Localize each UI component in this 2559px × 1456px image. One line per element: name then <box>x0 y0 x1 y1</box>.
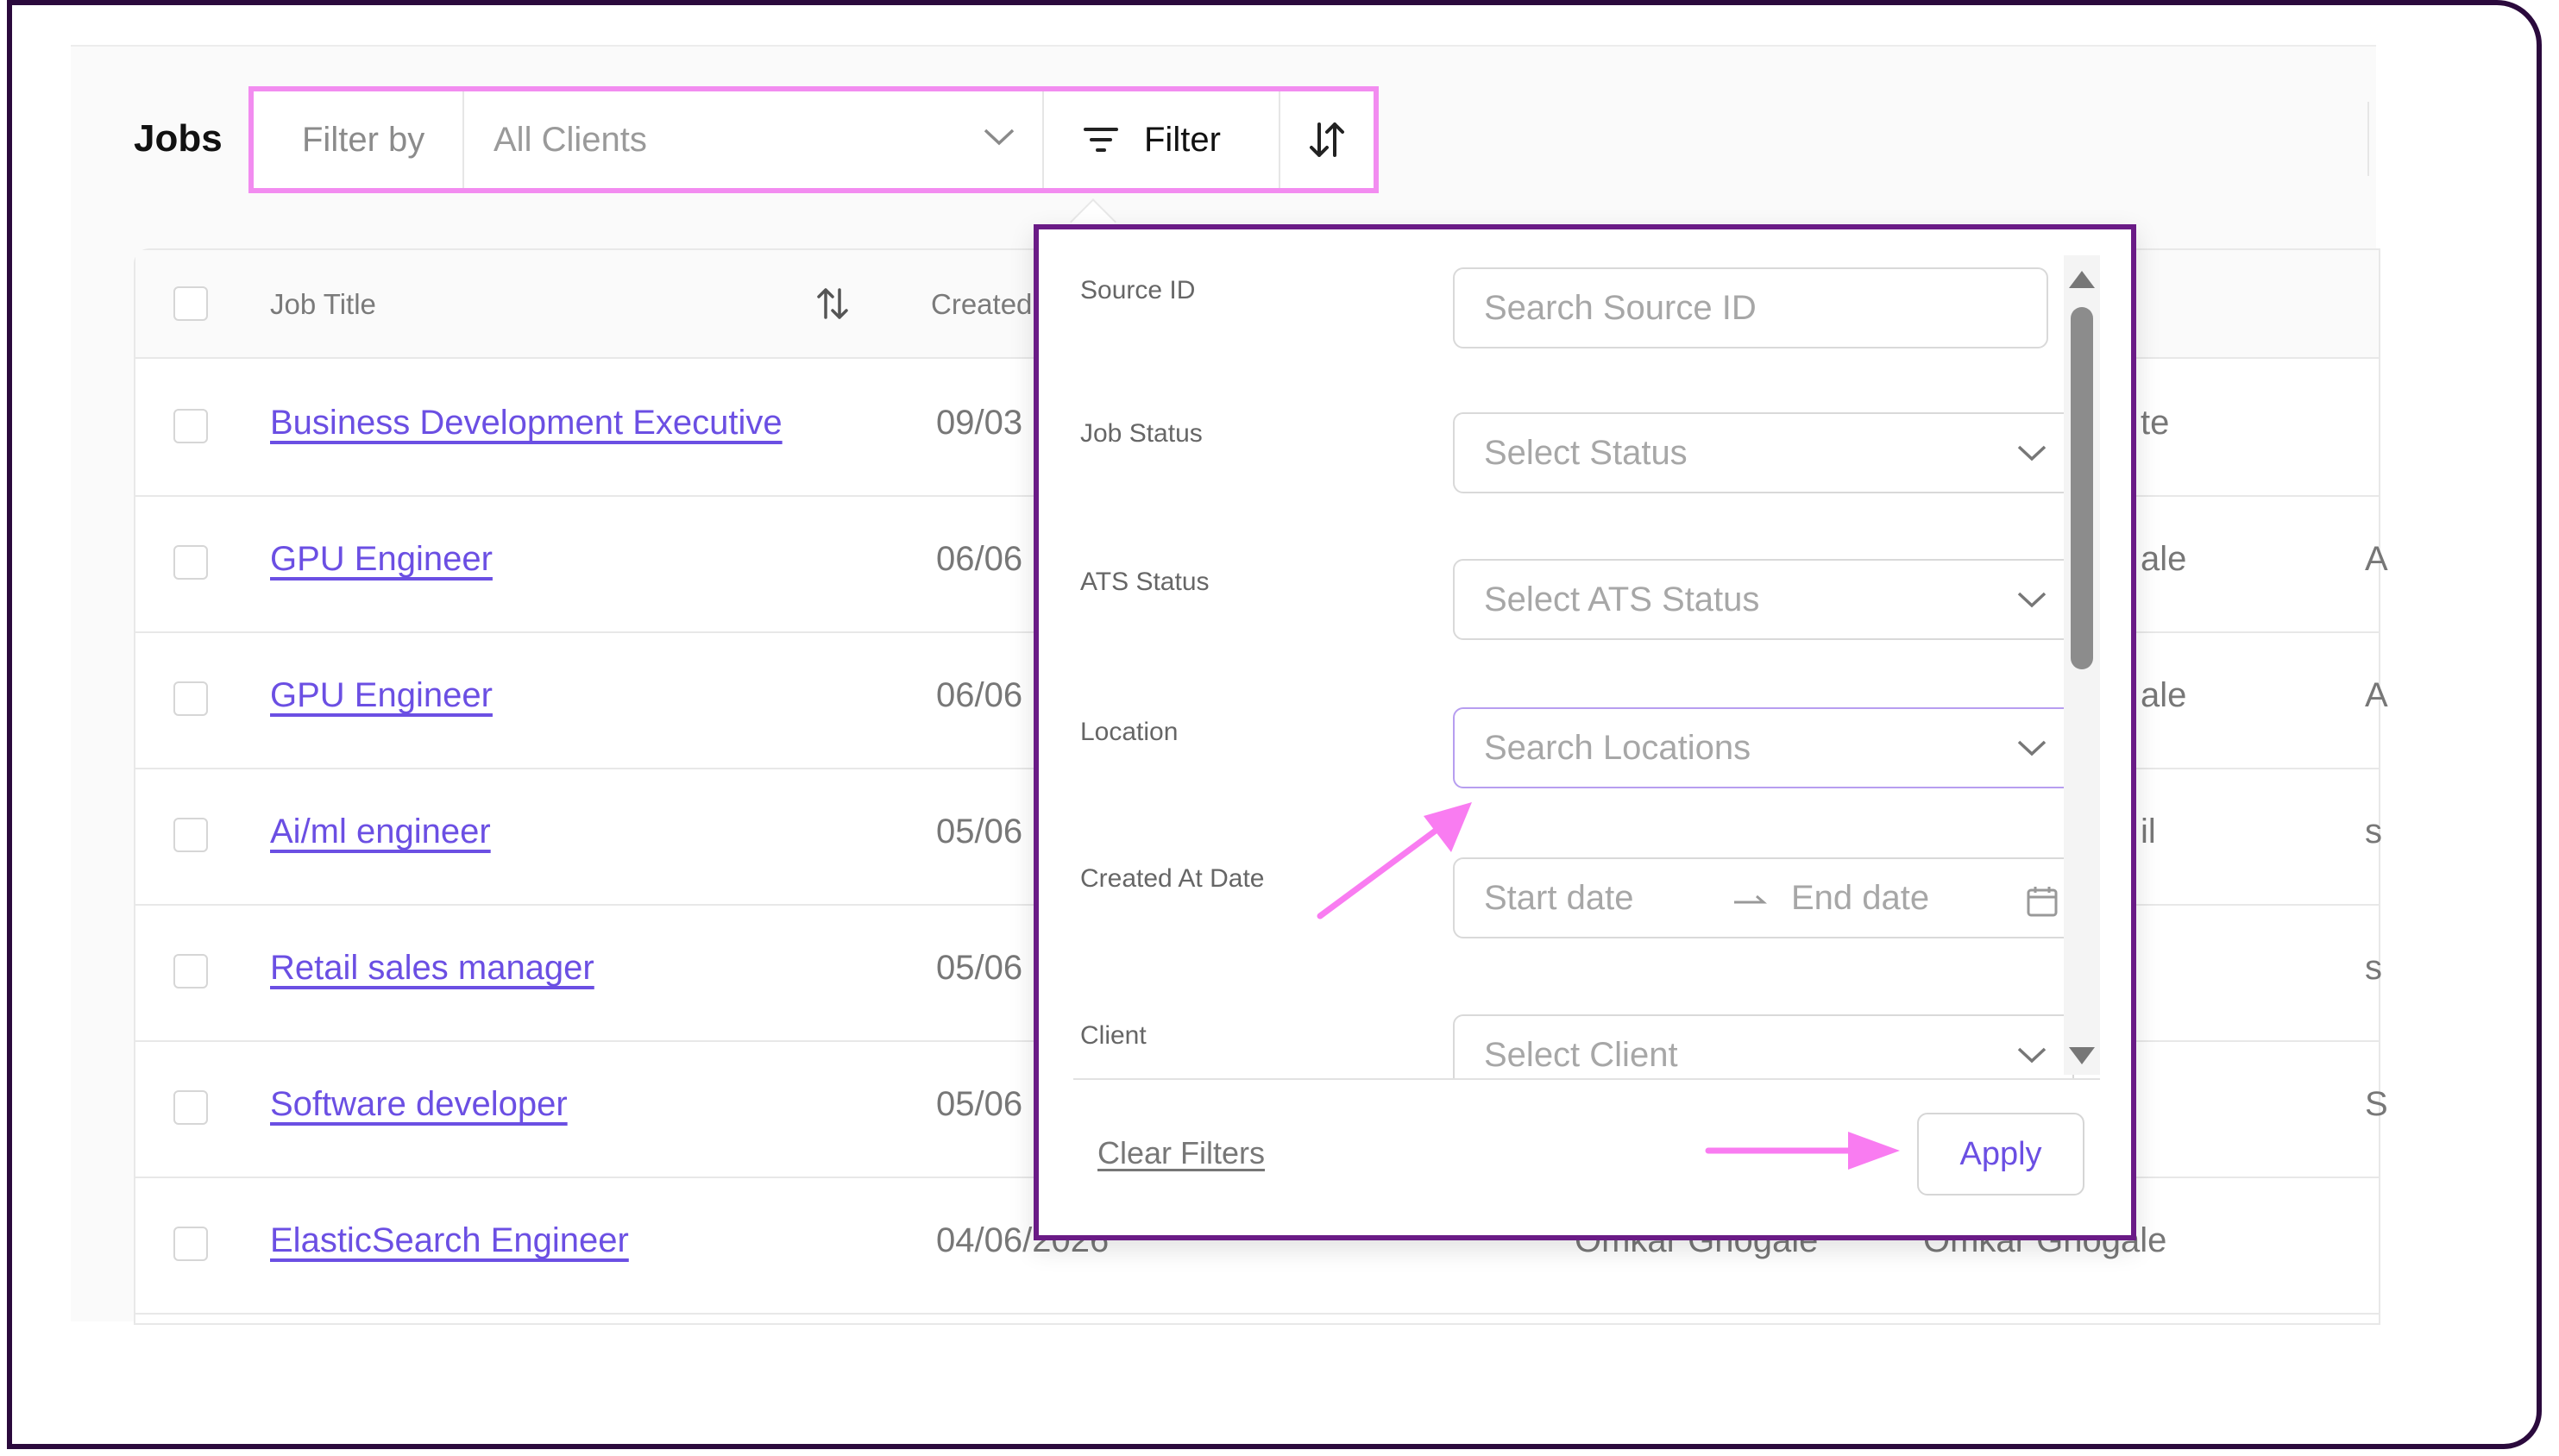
row-checkbox[interactable] <box>173 681 208 716</box>
created-date: 05/06 <box>936 949 1023 987</box>
created-date: 09/03 <box>936 404 1023 442</box>
row-checkbox[interactable] <box>173 409 208 443</box>
row-cell-fragment: ale <box>2141 540 2187 578</box>
row-checkbox[interactable] <box>173 1227 208 1261</box>
location-label: Location <box>1080 718 1179 746</box>
source-id-input[interactable]: Search Source ID <box>1453 267 2048 348</box>
row-cell-fragment: s <box>2365 813 2382 850</box>
client-select[interactable]: Select Client <box>1453 1014 2074 1078</box>
client-label: Client <box>1080 1021 1147 1050</box>
row-checkbox[interactable] <box>173 545 208 580</box>
location-placeholder: Search Locations <box>1484 728 1751 767</box>
panel-footer-divider <box>1073 1078 2100 1080</box>
filter-button[interactable]: Filter <box>1044 91 1280 188</box>
client-select[interactable]: All Clients <box>464 91 1044 188</box>
start-date-input[interactable]: Start date <box>1484 879 1633 918</box>
chevron-down-icon <box>2017 592 2047 608</box>
row-cell-fragment: A <box>2365 676 2388 714</box>
select-all-checkbox[interactable] <box>173 286 208 321</box>
job-title-link[interactable]: GPU Engineer <box>270 676 493 715</box>
created-date: 05/06 <box>936 1085 1023 1123</box>
row-checkbox[interactable] <box>173 1090 208 1125</box>
annotation-arrow-icon <box>1705 1132 1900 1170</box>
clear-filters-link[interactable]: Clear Filters <box>1097 1135 1265 1171</box>
ats-status-select[interactable]: Select ATS Status <box>1453 559 2074 640</box>
scrollbar-thumb[interactable] <box>2071 307 2093 669</box>
location-search-input[interactable]: Search Locations <box>1453 707 2074 788</box>
ats-status-label: ATS Status <box>1080 568 1210 596</box>
column-header-job-title: Job Title <box>270 288 376 320</box>
top-divider <box>71 45 2376 47</box>
chevron-down-icon <box>984 129 1015 146</box>
client-placeholder: Select Client <box>1484 1035 1678 1074</box>
client-select-value: All Clients <box>494 120 647 159</box>
row-checkbox[interactable] <box>173 954 208 988</box>
row-cell-fragment: te <box>2141 404 2170 442</box>
job-title-link[interactable]: Ai/ml engineer <box>270 813 491 851</box>
job-title-link[interactable]: Retail sales manager <box>270 949 594 988</box>
source-id-label: Source ID <box>1080 276 1196 304</box>
job-status-select[interactable]: Select Status <box>1453 412 2074 493</box>
created-date: 06/06 <box>936 540 1023 578</box>
toolbar-divider <box>2367 102 2378 176</box>
sort-button[interactable] <box>1280 91 1374 188</box>
filter-icon <box>1084 128 1118 152</box>
job-title-link[interactable]: GPU Engineer <box>270 540 493 579</box>
chevron-down-icon <box>2017 1047 2047 1064</box>
column-header-created: Created <box>931 288 1033 320</box>
row-cell-fragment: il <box>2141 813 2156 850</box>
arrow-right-icon <box>1734 894 1767 904</box>
chevron-down-icon <box>2017 740 2047 756</box>
ats-status-placeholder: Select ATS Status <box>1484 580 1760 618</box>
chevron-down-icon <box>2017 445 2047 461</box>
created-at-date-label: Created At Date <box>1080 864 1265 893</box>
filter-by-label: Filter by <box>254 91 464 188</box>
scroll-down-arrow-icon[interactable] <box>2067 1045 2097 1066</box>
created-date: 06/06 <box>936 676 1023 714</box>
job-title-link[interactable]: ElasticSearch Engineer <box>270 1221 629 1260</box>
row-checkbox[interactable] <box>173 818 208 852</box>
job-title-link[interactable]: Software developer <box>270 1085 568 1124</box>
sort-icon[interactable] <box>815 286 850 321</box>
calendar-icon <box>2027 887 2058 917</box>
created-date: 05/06 <box>936 813 1023 850</box>
filter-bar: Filter by All Clients Filter <box>248 86 1379 193</box>
sort-icon <box>1310 122 1344 157</box>
end-date-input[interactable]: End date <box>1791 879 1929 918</box>
row-cell-fragment: ale <box>2141 676 2187 714</box>
row-cell-fragment: A <box>2365 540 2388 578</box>
annotation-arrow-icon <box>1317 802 1472 919</box>
row-cell-fragment: s <box>2365 949 2382 987</box>
job-title-link[interactable]: Business Development Executive <box>270 404 783 442</box>
filter-button-label: Filter <box>1144 120 1221 159</box>
apply-button[interactable]: Apply <box>1917 1113 2084 1196</box>
job-status-label: Job Status <box>1080 419 1203 448</box>
job-status-placeholder: Select Status <box>1484 433 1688 472</box>
filter-panel: Source ID Search Source ID Job Status Se… <box>1034 224 2136 1240</box>
row-cell-fragment: S <box>2365 1085 2388 1123</box>
filter-fields-scroll-area: Source ID Search Source ID Job Status Se… <box>1039 229 2100 1078</box>
scroll-up-arrow-icon[interactable] <box>2067 269 2097 290</box>
page-title: Jobs <box>134 117 223 160</box>
date-range-picker[interactable]: Start date End date <box>1453 857 2074 938</box>
